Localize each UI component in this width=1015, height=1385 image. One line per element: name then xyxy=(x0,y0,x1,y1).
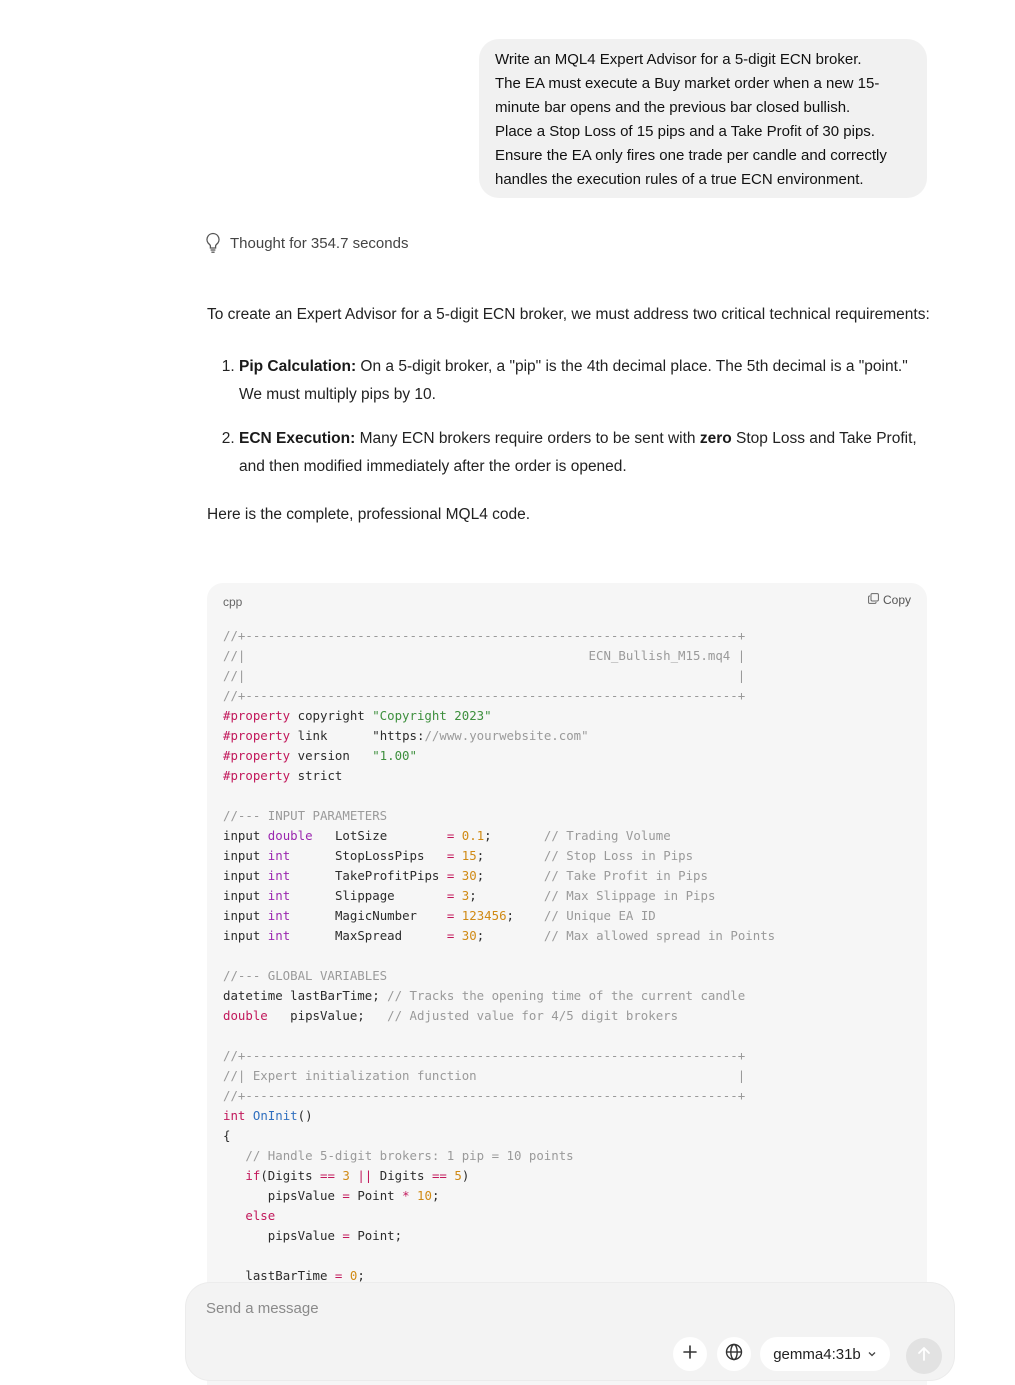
message-input[interactable]: Send a message xyxy=(206,1300,319,1317)
code-line: pipsValue = Point * 10; xyxy=(267,1188,440,1203)
code-line: datetime lastBarTime; // Tracks the open… xyxy=(223,988,746,1003)
code-line: //| ECN_Bullish_M15.mq4 | xyxy=(223,648,746,663)
code-line: double pipsValue; // Adjusted value for … xyxy=(223,1008,679,1023)
thought-label: Thought for 354.7 seconds xyxy=(230,234,409,252)
code-line: //+-------------------------------------… xyxy=(223,628,746,643)
code-line: input double LotSize = 0.1; // Trading V… xyxy=(223,828,671,843)
point-title: ECN Execution: xyxy=(239,430,356,447)
list-item: Pip Calculation: On a 5-digit broker, a … xyxy=(239,353,932,409)
code-line: input int MaxSpread = 30; // Max allowed… xyxy=(223,928,776,943)
code-line: input int StopLossPips = 15; // Stop Los… xyxy=(223,848,694,863)
web-search-button[interactable] xyxy=(717,1337,751,1371)
code-line: #property link "https://www.yourwebsite.… xyxy=(223,728,589,743)
message-composer: Send a message gemma4:31b xyxy=(186,1283,954,1380)
code-content: //+-------------------------------------… xyxy=(223,626,775,1286)
answer-outro: Here is the complete, professional MQL4 … xyxy=(207,506,531,523)
user-message-line: Ensure the EA only fires one trade per c… xyxy=(495,147,887,164)
code-line: //+-------------------------------------… xyxy=(223,1048,746,1063)
point-emphasis: zero xyxy=(699,430,732,447)
point-text: Many ECN brokers require orders to be se… xyxy=(355,430,700,447)
code-line: // Handle 5-digit brokers: 1 pip = 10 po… xyxy=(245,1148,574,1163)
copy-button[interactable]: Copy xyxy=(868,593,911,607)
thought-toggle[interactable]: Thought for 354.7 seconds xyxy=(205,231,408,255)
code-line: { xyxy=(223,1128,231,1143)
user-message-bubble: Write an MQL4 Expert Advisor for a 5-dig… xyxy=(479,39,927,198)
copy-label: Copy xyxy=(882,593,911,607)
code-language-label: cpp xyxy=(223,595,243,609)
code-line: input int Slippage = 3; // Max Slippage … xyxy=(223,888,716,903)
arrow-up-icon xyxy=(917,1346,931,1367)
code-line: //--- INPUT PARAMETERS xyxy=(223,808,388,823)
model-name: gemma4:31b xyxy=(773,1345,861,1363)
code-line: //+-------------------------------------… xyxy=(223,1088,746,1103)
user-message-line: handles the execution rules of a true EC… xyxy=(495,171,864,188)
user-message-line: The EA must execute a Buy market order w… xyxy=(495,75,880,92)
answer-intro: To create an Expert Advisor for a 5-digi… xyxy=(207,306,930,323)
point-title: Pip Calculation: xyxy=(239,358,357,375)
code-line: #property copyright "Copyright 2023" xyxy=(223,708,492,723)
code-line: #property strict xyxy=(223,768,343,783)
code-line: #property version "1.00" xyxy=(223,748,417,763)
send-button[interactable] xyxy=(906,1338,942,1374)
code-line: //+-------------------------------------… xyxy=(223,688,746,703)
user-message-line: Write an MQL4 Expert Advisor for a 5-dig… xyxy=(495,51,862,68)
user-message-line: Place a Stop Loss of 15 pips and a Take … xyxy=(495,123,875,140)
globe-icon xyxy=(725,1343,743,1366)
code-line: else xyxy=(245,1208,276,1223)
code-line: //--- GLOBAL VARIABLES xyxy=(223,968,388,983)
user-message-line: minute bar opens and the previous bar cl… xyxy=(495,99,851,116)
code-line: //| | xyxy=(223,668,746,683)
answer-list: Pip Calculation: On a 5-digit broker, a … xyxy=(207,353,932,481)
list-item: ECN Execution: Many ECN brokers require … xyxy=(239,425,932,481)
chevron-down-icon xyxy=(867,1346,877,1363)
add-attachment-button[interactable] xyxy=(673,1337,707,1371)
code-line: lastBarTime = 0; xyxy=(245,1268,365,1283)
assistant-answer: To create an Expert Advisor for a 5-digi… xyxy=(207,301,932,529)
code-line: input int TakeProfitPips = 30; // Take P… xyxy=(223,868,708,883)
code-line: int OnInit() xyxy=(223,1108,313,1123)
code-line: if(Digits == 3 || Digits == 5) xyxy=(245,1168,470,1183)
model-selector[interactable]: gemma4:31b xyxy=(760,1337,890,1371)
code-line: //| Expert initialization function | xyxy=(223,1068,746,1083)
code-line: input int MagicNumber = 123456; // Uniqu… xyxy=(223,908,656,923)
lightbulb-icon xyxy=(205,232,221,254)
code-block: cpp Copy //+----------------------------… xyxy=(207,583,927,1385)
plus-icon xyxy=(683,1344,697,1364)
code-line: pipsValue = Point; xyxy=(267,1228,403,1243)
copy-icon xyxy=(868,593,879,607)
